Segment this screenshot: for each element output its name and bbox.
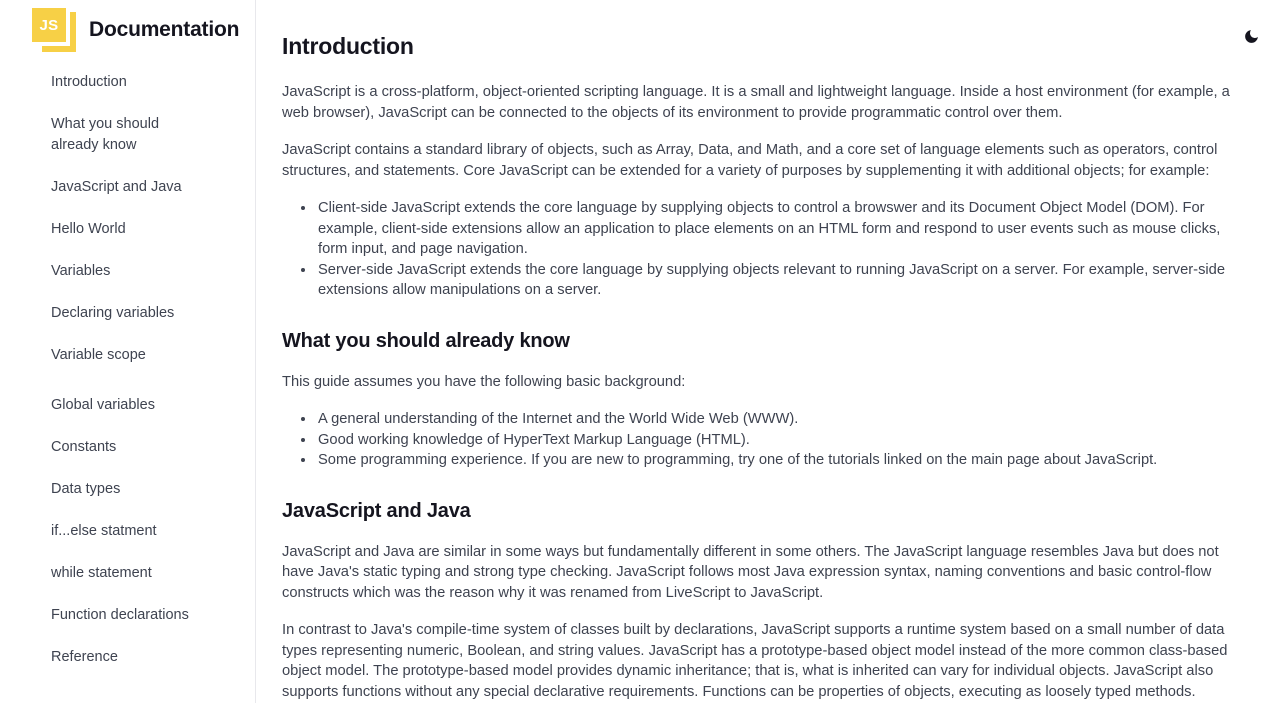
list-item: Good working knowledge of HyperText Mark… — [316, 430, 1250, 451]
js-logo-icon: JS — [32, 8, 76, 52]
brand-header[interactable]: JS Documentation — [0, 0, 255, 52]
sidebar-item-data-types[interactable]: Data types — [0, 479, 215, 500]
section-heading: Introduction — [282, 33, 414, 59]
dark-mode-toggle-button[interactable] — [1237, 22, 1265, 50]
content-section: JavaScript and Java JavaScript and Java a… — [282, 500, 1250, 703]
bullet-list: A general understanding of the Internet … — [282, 409, 1250, 471]
sidebar-item-function-declarations[interactable]: Function declarations — [0, 605, 215, 626]
sidebar-item-variable-scope[interactable]: Variable scope — [0, 345, 215, 366]
brand-title: Documentation — [89, 18, 240, 41]
list-item: A general understanding of the Internet … — [316, 409, 1250, 430]
paragraph: This guide assumes you have the followin… — [282, 373, 686, 390]
main-content: Introduction JavaScript is a cross-platfo… — [256, 0, 1280, 703]
paragraph: JavaScript contains a standard library o… — [282, 142, 1218, 179]
js-logo-text: JS — [39, 16, 59, 34]
sidebar-item-while-statement[interactable]: while statement — [0, 563, 215, 584]
sidebar-item-constants[interactable]: Constants — [0, 437, 215, 458]
bullet-list: Client-side JavaScript extends the core … — [282, 198, 1250, 301]
list-item: Client-side JavaScript extends the core … — [316, 198, 1250, 260]
moon-icon — [1244, 29, 1258, 43]
content-sections: Introduction JavaScript is a cross-platfo… — [282, 33, 1250, 703]
paragraph: JavaScript and Java are similar in some … — [282, 543, 1219, 601]
content-section: Introduction JavaScript is a cross-platfo… — [282, 33, 1250, 301]
sidebar-item-javascript-and-java[interactable]: JavaScript and Java — [0, 177, 215, 198]
sidebar-item-hello-world[interactable]: Hello World — [0, 219, 215, 240]
sidebar-item-introduction[interactable]: Introduction — [0, 72, 215, 93]
sidebar-nav: Introduction What you should already know… — [0, 72, 255, 668]
sidebar-item-global-variables[interactable]: Global variables — [0, 395, 215, 416]
sidebar-item-variables[interactable]: Variables — [0, 261, 215, 282]
list-item: Some programming experience. If you are … — [316, 450, 1250, 471]
sidebar-item-what-you-should-already-know[interactable]: What you should already know — [0, 114, 215, 156]
paragraph: JavaScript is a cross-platform, object-o… — [282, 84, 1230, 121]
list-item: Server-side JavaScript extends the core … — [316, 260, 1250, 301]
section-heading: What you should already know — [282, 329, 570, 352]
content-section: What you should already know This guide a… — [282, 330, 1250, 471]
paragraph: In contrast to Java's compile-time syste… — [282, 622, 1228, 700]
sidebar-item-if-else-statment[interactable]: if...else statment — [0, 521, 215, 542]
sidebar-item-reference[interactable]: Reference — [0, 647, 215, 668]
sidebar: JS Documentation Introduction What you sh… — [0, 0, 256, 703]
sidebar-item-declaring-variables[interactable]: Declaring variables — [0, 303, 215, 324]
section-heading: JavaScript and Java — [282, 499, 471, 522]
js-logo-square: JS — [32, 8, 66, 42]
documentation-page: JS Documentation Introduction What you sh… — [0, 0, 1280, 703]
